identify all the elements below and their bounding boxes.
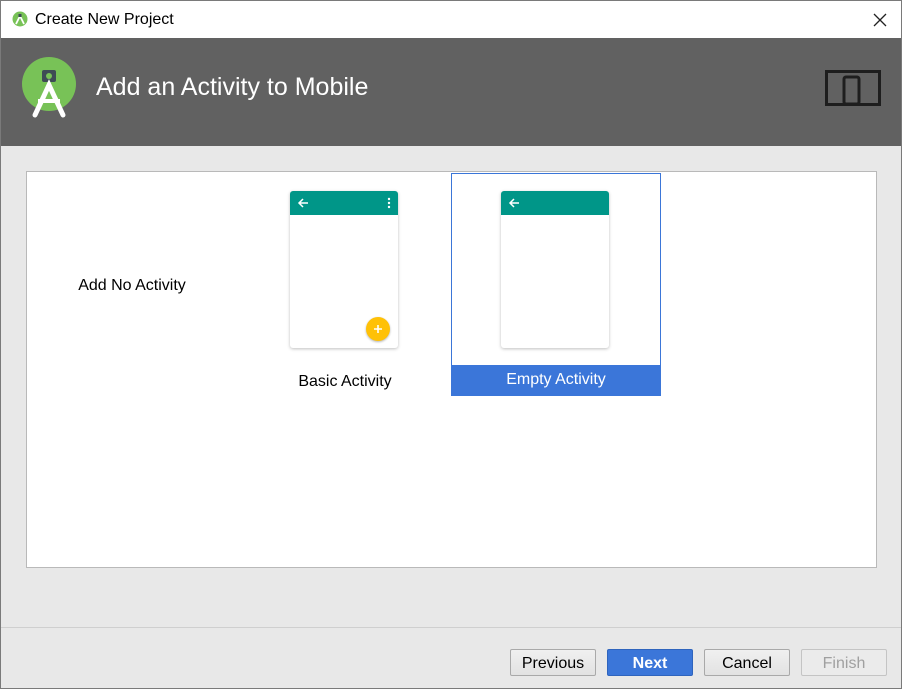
next-button[interactable]: Next	[607, 649, 693, 676]
activity-gallery: Add No Activity Basic Activity Empty Act…	[26, 171, 877, 568]
overflow-menu-icon	[387, 197, 391, 209]
tile-label: Empty Activity	[452, 365, 660, 395]
title-bar: Create New Project	[1, 1, 901, 38]
window-title: Create New Project	[35, 11, 174, 28]
tile-add-no-activity[interactable]: Add No Activity	[27, 173, 237, 396]
phone-tablet-icon	[825, 70, 881, 106]
basic-activity-preview	[290, 191, 398, 348]
wizard-header: Add an Activity to Mobile	[1, 38, 901, 146]
fab-button-preview	[366, 317, 390, 341]
close-icon	[873, 13, 887, 27]
previous-button[interactable]: Previous	[510, 649, 596, 676]
tile-label: Basic Activity	[298, 373, 392, 390]
tile-basic-activity[interactable]: Basic Activity	[240, 173, 450, 396]
tile-empty-activity[interactable]: Empty Activity	[451, 173, 661, 396]
back-arrow-icon	[508, 198, 519, 208]
app-bar	[290, 191, 398, 215]
footer-divider	[1, 627, 901, 628]
page-heading: Add an Activity to Mobile	[96, 73, 369, 101]
back-arrow-icon	[297, 198, 308, 208]
android-studio-logo	[22, 57, 76, 118]
close-button[interactable]	[865, 5, 895, 35]
app-bar	[501, 191, 609, 215]
empty-activity-preview	[501, 191, 609, 348]
finish-button[interactable]: Finish	[801, 649, 887, 676]
create-project-window: Create New Project Add an Activity to Mo…	[0, 0, 902, 689]
android-studio-icon	[12, 11, 28, 27]
cancel-button[interactable]: Cancel	[704, 649, 790, 676]
tile-label: Add No Activity	[78, 277, 186, 294]
plus-icon	[374, 325, 382, 333]
